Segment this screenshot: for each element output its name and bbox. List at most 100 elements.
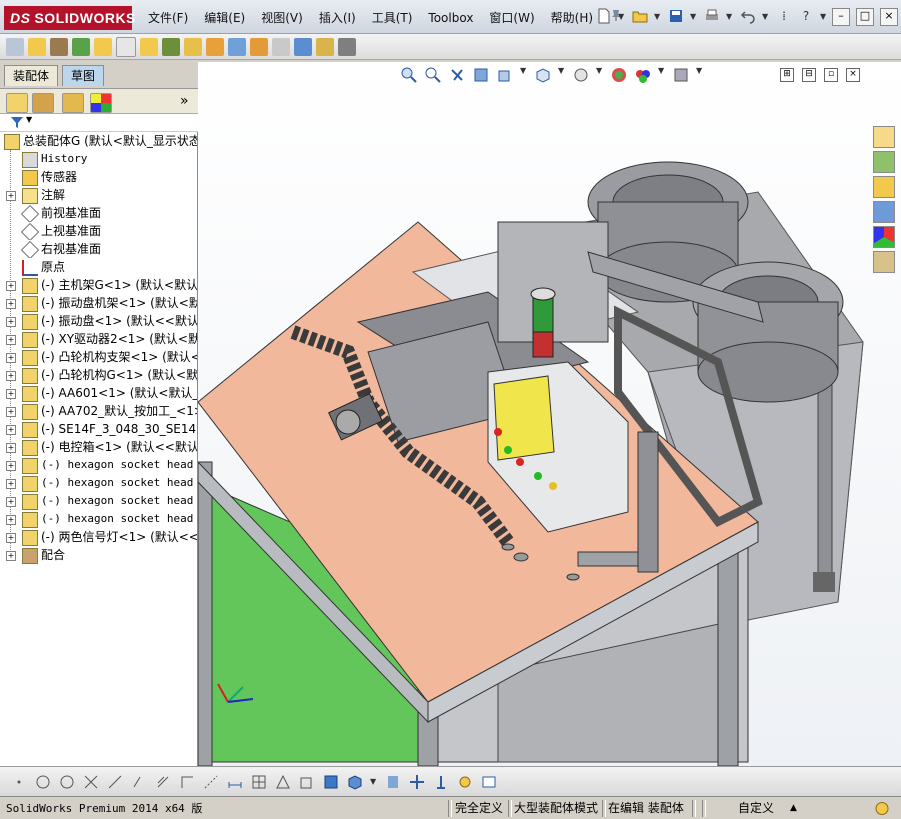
corner-icon[interactable] — [178, 773, 196, 791]
chevron-down-icon[interactable]: ▼ — [696, 66, 704, 84]
tree-item[interactable]: + (-) 主机架G<1> (默认<默认_ — [0, 276, 197, 294]
maximize-icon[interactable]: ▫ — [824, 68, 838, 82]
tree-item[interactable]: + (-) 电控箱<1> (默认<<默认_ — [0, 438, 197, 456]
insert-component-icon[interactable] — [28, 37, 46, 56]
point-icon[interactable] — [10, 773, 28, 791]
tree-item[interactable]: + (-) SE14F_3_048_30_SE14F- — [0, 420, 197, 438]
close-icon[interactable]: × — [846, 68, 860, 82]
expand-toggle-icon[interactable]: + — [6, 461, 16, 471]
new-document-icon[interactable] — [596, 8, 612, 24]
reference-geometry-icon[interactable] — [184, 37, 202, 56]
shaded-box-icon[interactable] — [322, 773, 340, 791]
polygon-icon[interactable] — [58, 773, 76, 791]
expand-toggle-icon[interactable]: + — [6, 497, 16, 507]
tree-item[interactable]: + (-) XY驱动器2<1> (默认<默 — [0, 330, 197, 348]
menu-window[interactable]: 窗口(W) — [481, 8, 542, 28]
expand-toggle-icon[interactable]: + — [6, 335, 16, 345]
rotate-icon[interactable] — [432, 773, 450, 791]
chevron-down-icon[interactable]: ▼ — [596, 66, 604, 84]
view-settings-icon[interactable] — [672, 66, 690, 84]
design-library-icon[interactable] — [873, 151, 895, 173]
chevron-down-icon[interactable]: ▼ — [618, 12, 626, 21]
section-view-icon[interactable] — [472, 66, 490, 84]
zoom-to-area-icon[interactable] — [424, 66, 442, 84]
chevron-down-icon[interactable]: ▼ — [370, 777, 378, 786]
smart-fasteners-icon[interactable] — [94, 37, 112, 56]
chevron-down-icon[interactable]: ▼ — [654, 12, 662, 21]
explode-line-sketch-icon[interactable] — [272, 37, 290, 56]
new-motion-study-icon[interactable] — [206, 37, 224, 56]
chevron-down-icon[interactable]: ▼ — [726, 12, 734, 21]
chevron-down-icon[interactable]: ▼ — [558, 66, 566, 84]
chevron-up-icon[interactable]: ▲ — [790, 800, 797, 817]
expand-toggle-icon[interactable]: + — [6, 281, 16, 291]
expand-toggle-icon[interactable]: + — [6, 317, 16, 327]
exploded-view-icon[interactable] — [250, 37, 268, 56]
tree-item[interactable]: + (-) AA702_默认_按加工_<1> — [0, 402, 197, 420]
menu-toolbox[interactable]: Toolbox — [420, 8, 481, 28]
linear-pattern-icon[interactable] — [72, 37, 90, 56]
grid-icon[interactable] — [250, 773, 268, 791]
tree-item[interactable]: 右视基准面 — [0, 240, 197, 258]
instant3d-icon[interactable] — [338, 37, 356, 56]
offset-icon[interactable] — [130, 773, 148, 791]
tree-item[interactable]: + (-) hexagon socket head c — [0, 510, 197, 528]
cube-icon[interactable] — [346, 773, 364, 791]
chevron-down-icon[interactable]: ▼ — [520, 66, 528, 84]
mate-icon[interactable] — [50, 37, 68, 56]
move-component-icon[interactable] — [116, 36, 136, 57]
tree-item[interactable]: + (-) 振动盘<1> (默认<<默认_ — [0, 312, 197, 330]
expand-toggle-icon[interactable]: + — [6, 191, 16, 201]
menu-help[interactable]: 帮助(H) — [543, 8, 601, 28]
appearances-icon[interactable] — [873, 226, 895, 248]
menu-insert[interactable]: 插入(I) — [311, 8, 364, 28]
expand-toggle-icon[interactable]: + — [6, 371, 16, 381]
open-folder-icon[interactable] — [632, 8, 648, 24]
tree-item[interactable]: 原点 — [0, 258, 197, 276]
custom-properties-icon[interactable] — [873, 251, 895, 273]
help-icon[interactable]: ? — [798, 8, 814, 24]
split-vertical-icon[interactable]: ⊞ — [780, 68, 794, 82]
trim-icon[interactable] — [82, 773, 100, 791]
view-orientation-icon[interactable] — [534, 66, 552, 84]
more-tabs-chevron-icon[interactable]: » — [180, 93, 189, 109]
interference-detection-icon[interactable] — [294, 37, 312, 56]
expand-toggle-icon[interactable]: + — [6, 425, 16, 435]
chevron-down-icon[interactable]: ▼ — [658, 66, 666, 84]
circle-icon[interactable] — [34, 773, 52, 791]
expand-toggle-icon[interactable]: + — [6, 443, 16, 453]
restore-icon[interactable]: □ — [856, 8, 874, 26]
tree-item[interactable]: 传感器 — [0, 168, 197, 186]
zoom-to-fit-icon[interactable] — [400, 66, 418, 84]
save-icon[interactable] — [668, 8, 684, 24]
table-icon[interactable] — [480, 773, 498, 791]
feature-manager-icon[interactable] — [6, 93, 28, 113]
expand-toggle-icon[interactable]: + — [6, 533, 16, 543]
tree-item[interactable]: + 注解 — [0, 186, 197, 204]
tree-item[interactable]: + (-) hexagon socket head c — [0, 474, 197, 492]
display-manager-icon[interactable] — [90, 93, 112, 113]
assembly-features-icon[interactable] — [162, 37, 180, 56]
menu-edit[interactable]: 编辑(E) — [196, 8, 253, 28]
expand-toggle-icon[interactable]: + — [6, 353, 16, 363]
display-style-icon[interactable] — [572, 66, 590, 84]
smart-mate-icon[interactable] — [456, 773, 474, 791]
graphics-area[interactable] — [198, 62, 901, 766]
split-horizontal-icon[interactable]: ⊟ — [802, 68, 816, 82]
tree-item[interactable]: + (-) 凸轮机构支架<1> (默认< — [0, 348, 197, 366]
solidworks-logo[interactable]: DS SOLIDWORKS — [4, 6, 135, 30]
undo-icon[interactable] — [740, 8, 756, 24]
expand-toggle-icon[interactable]: + — [6, 389, 16, 399]
tree-item[interactable]: History — [0, 150, 197, 168]
tree-item[interactable]: + (-) hexagon socket head c — [0, 492, 197, 510]
bill-of-materials-icon[interactable] — [228, 37, 246, 56]
menu-view[interactable]: 视图(V) — [253, 8, 311, 28]
construction-line-icon[interactable] — [202, 773, 220, 791]
tab-sketch[interactable]: 草图 — [62, 65, 105, 86]
close-icon[interactable]: × — [880, 8, 898, 26]
edit-appearance-icon[interactable] — [610, 66, 628, 84]
configuration-manager-icon[interactable] — [62, 93, 84, 113]
rebuild-icon[interactable] — [874, 800, 890, 817]
tree-item[interactable]: + 配合 — [0, 546, 197, 564]
expand-toggle-icon[interactable]: + — [6, 479, 16, 489]
